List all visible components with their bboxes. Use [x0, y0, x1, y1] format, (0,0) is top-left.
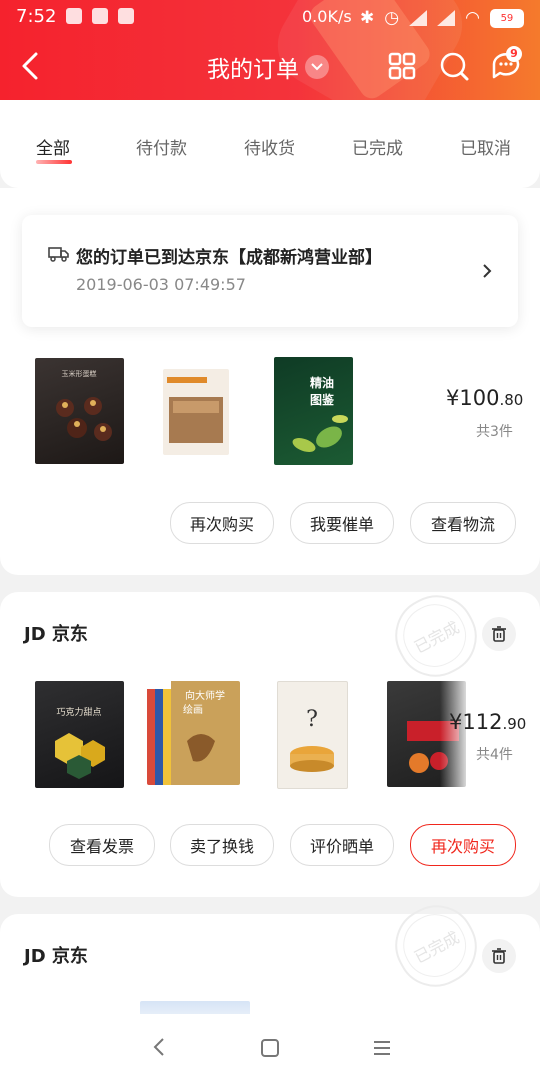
shop-name[interactable]: JD 京东: [24, 620, 88, 646]
price-integer: ¥112: [449, 710, 503, 734]
notice-time: 2019-06-03 07:49:57: [76, 275, 246, 294]
product-image[interactable]: [163, 369, 229, 455]
header-bar: 7:52 0.0K/s ✱ ◷ ◠ 59 我的订单 9: [0, 0, 540, 100]
chevron-down-icon: [305, 55, 329, 79]
system-nav-bar: [0, 1014, 540, 1080]
status-app-icons: [66, 8, 134, 24]
price-decimal: .80: [499, 391, 524, 409]
network-speed: 0.0K/s: [302, 7, 352, 26]
nav-home-icon[interactable]: [260, 1038, 280, 1058]
order-price: ¥100.80: [446, 386, 523, 410]
status-bar: 7:52 0.0K/s ✱ ◷ ◠ 59: [0, 0, 540, 34]
svg-text:玉米形蛋糕: 玉米形蛋糕: [62, 369, 97, 378]
title-dropdown[interactable]: 我的订单: [207, 50, 329, 84]
price-integer: ¥100: [446, 386, 500, 410]
product-image[interactable]: 巧克力甜点: [35, 681, 124, 788]
page-title: 我的订单: [207, 57, 299, 83]
search-icon[interactable]: [438, 50, 470, 82]
active-tab-indicator: [36, 160, 72, 164]
view-invoice-button[interactable]: 查看发票: [49, 824, 155, 866]
truck-icon: [48, 247, 69, 262]
svg-text:?: ?: [306, 707, 318, 732]
image-fade: [440, 681, 470, 787]
product-image[interactable]: 精油 图鉴: [274, 357, 353, 465]
shop-name[interactable]: JD 京东: [24, 942, 88, 968]
rebuy-button[interactable]: 再次购买: [410, 824, 516, 866]
product-image[interactable]: 向大师学 绘画: [147, 681, 240, 785]
delivery-notice[interactable]: 您的订单已到达京东【成都新鸿营业部】 2019-06-03 07:49:57: [22, 215, 518, 327]
stamp-text: 已完成: [411, 617, 463, 657]
product-image[interactable]: ?: [277, 681, 348, 789]
trash-icon[interactable]: [482, 939, 516, 973]
shield-icon: [92, 8, 108, 24]
svg-text:图鉴: 图鉴: [310, 392, 335, 407]
svg-text:向大师学: 向大师学: [185, 689, 225, 702]
svg-text:绘画: 绘画: [183, 703, 203, 716]
product-image[interactable]: 玉米形蛋糕: [35, 358, 124, 464]
tab-pending-receipt[interactable]: 待收货: [244, 134, 295, 159]
order-tabs: 全部 待付款 待收货 已完成 已取消: [0, 100, 540, 188]
svg-text:精油: 精油: [310, 375, 334, 390]
nav-back-icon[interactable]: [150, 1036, 168, 1058]
tab-cancelled[interactable]: 已取消: [460, 134, 511, 159]
trash-icon[interactable]: [482, 617, 516, 651]
grid-icon[interactable]: [386, 50, 418, 82]
bluetooth-icon: ✱: [360, 8, 375, 28]
item-count: 共4件: [476, 747, 513, 763]
status-time: 7:52: [16, 6, 57, 27]
signal-icon: [409, 10, 428, 26]
tab-all[interactable]: 全部: [36, 134, 70, 159]
notice-title: 您的订单已到达京东【成都新鸿营业部】: [76, 248, 382, 268]
wifi-icon: ◠: [465, 8, 480, 28]
urge-order-button[interactable]: 我要催单: [290, 502, 394, 544]
tab-completed[interactable]: 已完成: [352, 134, 403, 159]
stamp-text: 已完成: [411, 927, 463, 967]
review-button[interactable]: 评价晒单: [290, 824, 394, 866]
tab-pending-payment[interactable]: 待付款: [136, 134, 187, 159]
resell-button[interactable]: 卖了换钱: [170, 824, 274, 866]
status-indicators: ✱ ◷ ◠ 59: [360, 8, 524, 28]
signal-icon-2: [437, 10, 456, 26]
order-price: ¥112.90: [449, 710, 526, 734]
price-decimal: .90: [502, 715, 527, 733]
chevron-right-icon: [483, 264, 492, 278]
rebuy-button[interactable]: 再次购买: [170, 502, 274, 544]
alarm-icon: ◷: [384, 8, 400, 28]
track-shipment-button[interactable]: 查看物流: [410, 502, 516, 544]
item-count: 共3件: [476, 424, 513, 440]
check-icon: [118, 8, 134, 24]
back-icon[interactable]: [14, 48, 50, 84]
battery-icon: 59: [489, 8, 524, 28]
nav-bar: 我的订单: [0, 40, 540, 96]
message-badge: 9: [506, 46, 522, 62]
svg-text:巧克力甜点: 巧克力甜点: [56, 706, 101, 718]
notification-icon: [66, 8, 82, 24]
nav-menu-icon[interactable]: [372, 1038, 392, 1058]
